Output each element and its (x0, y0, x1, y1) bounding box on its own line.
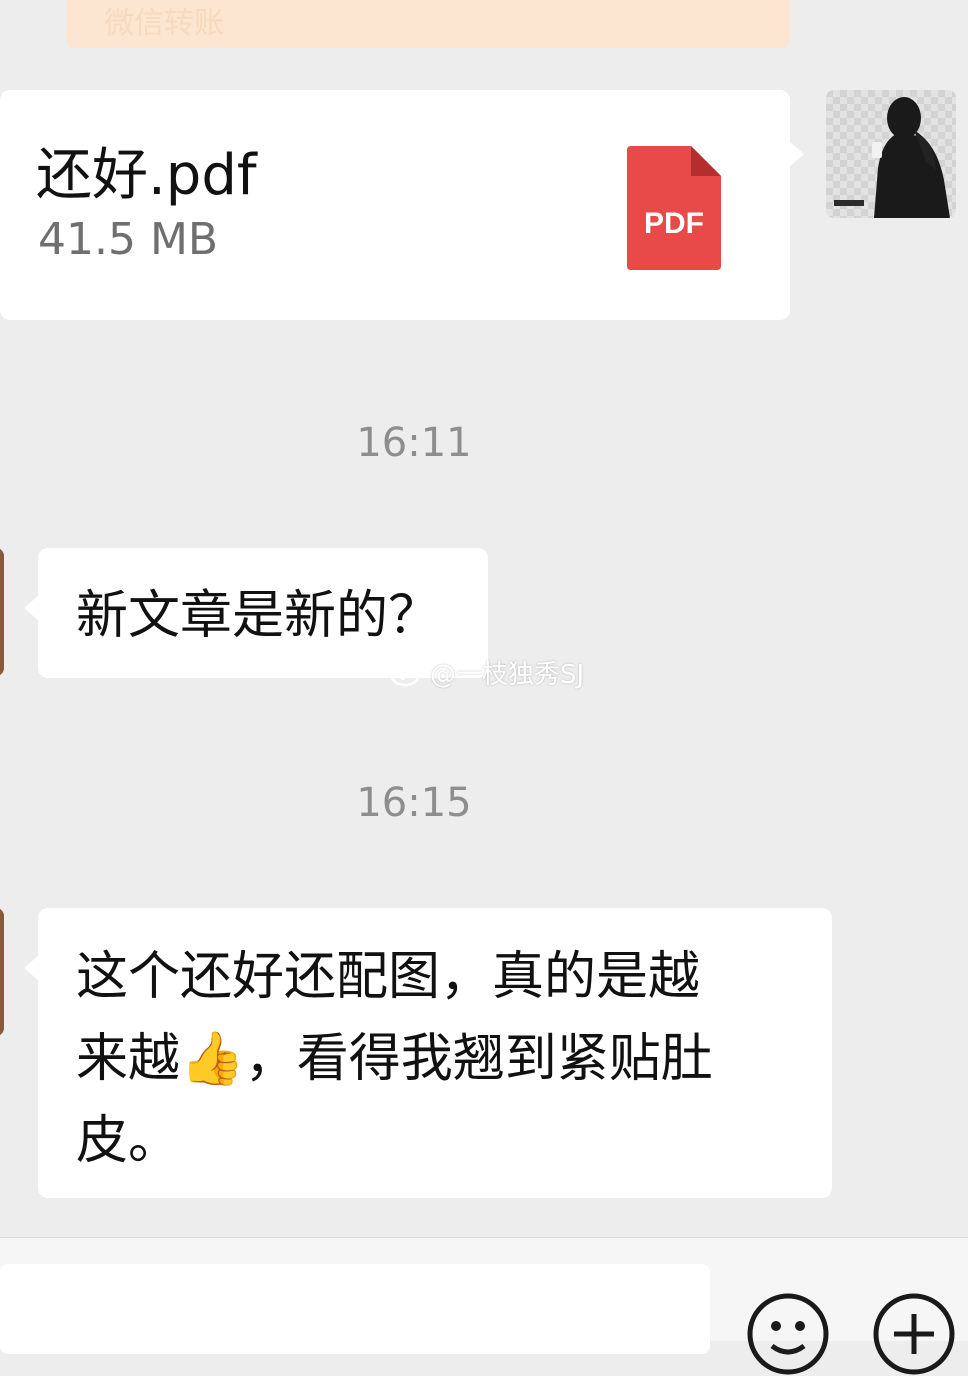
message-text: 新文章是新的？ (76, 586, 441, 646)
smiley-icon[interactable] (746, 1292, 830, 1376)
file-size: 41.5 MB (38, 214, 219, 265)
message-bubble[interactable]: 这个还好还配图，真的是越 来越👍，看得我翘到紧贴肚 皮。 (24, 908, 832, 1198)
bubble-tail (788, 140, 804, 168)
message-line: 皮。 (76, 1111, 181, 1171)
pdf-file-icon: PDF (627, 146, 721, 270)
watermark-text: @一枝独秀SJ (430, 660, 585, 690)
bubble-tail (24, 594, 40, 622)
transfer-card[interactable]: 微信转账 (66, 0, 790, 48)
bubble-tail (24, 954, 40, 982)
avatar-self[interactable] (826, 90, 956, 218)
message-input[interactable] (0, 1264, 710, 1354)
avatar-silhouette-image (826, 90, 956, 218)
input-bar (0, 1237, 968, 1375)
avatar-contact[interactable] (0, 548, 4, 676)
message-line: 来越👍，看得我翘到紧贴肚 (76, 1029, 713, 1089)
pdf-icon-label: PDF (644, 207, 704, 240)
message-line: 这个还好还配图，真的是越 (76, 947, 701, 1007)
file-message-bubble[interactable]: 还好.pdf 41.5 MB PDF (0, 90, 804, 320)
watermark: @一枝独秀SJ (390, 654, 584, 691)
plus-icon[interactable] (872, 1292, 956, 1376)
timestamp: 16:11 (356, 420, 472, 466)
transfer-label: 微信转账 (104, 6, 224, 41)
file-name: 还好.pdf (36, 143, 257, 208)
timestamp: 16:15 (356, 780, 472, 826)
avatar-contact[interactable] (0, 908, 4, 1036)
weibo-icon (390, 661, 424, 686)
